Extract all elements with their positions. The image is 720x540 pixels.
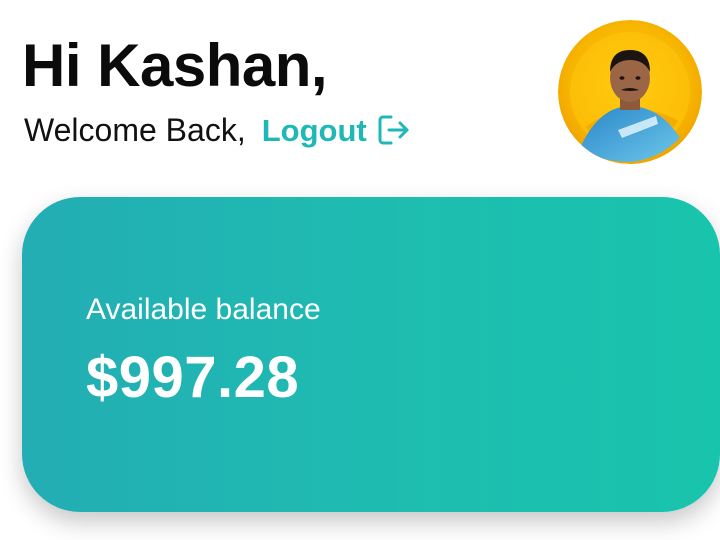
greeting-title: Hi Kashan, xyxy=(22,32,328,99)
balance-label: Available balance xyxy=(86,293,321,326)
logout-button[interactable]: Logout xyxy=(262,113,411,147)
user-avatar-photo xyxy=(558,20,702,164)
welcome-row: Welcome Back, Logout xyxy=(24,110,411,150)
avatar[interactable] xyxy=(558,20,702,164)
welcome-text: Welcome Back, xyxy=(24,112,246,148)
logout-icon xyxy=(377,113,411,147)
balance-amount: $997.28 xyxy=(86,345,300,410)
logout-label: Logout xyxy=(261,112,367,148)
home-screen: Hi Kashan, Welcome Back, Logout Availabl… xyxy=(0,0,720,540)
balance-card[interactable]: Available balance $997.28 xyxy=(22,197,720,512)
